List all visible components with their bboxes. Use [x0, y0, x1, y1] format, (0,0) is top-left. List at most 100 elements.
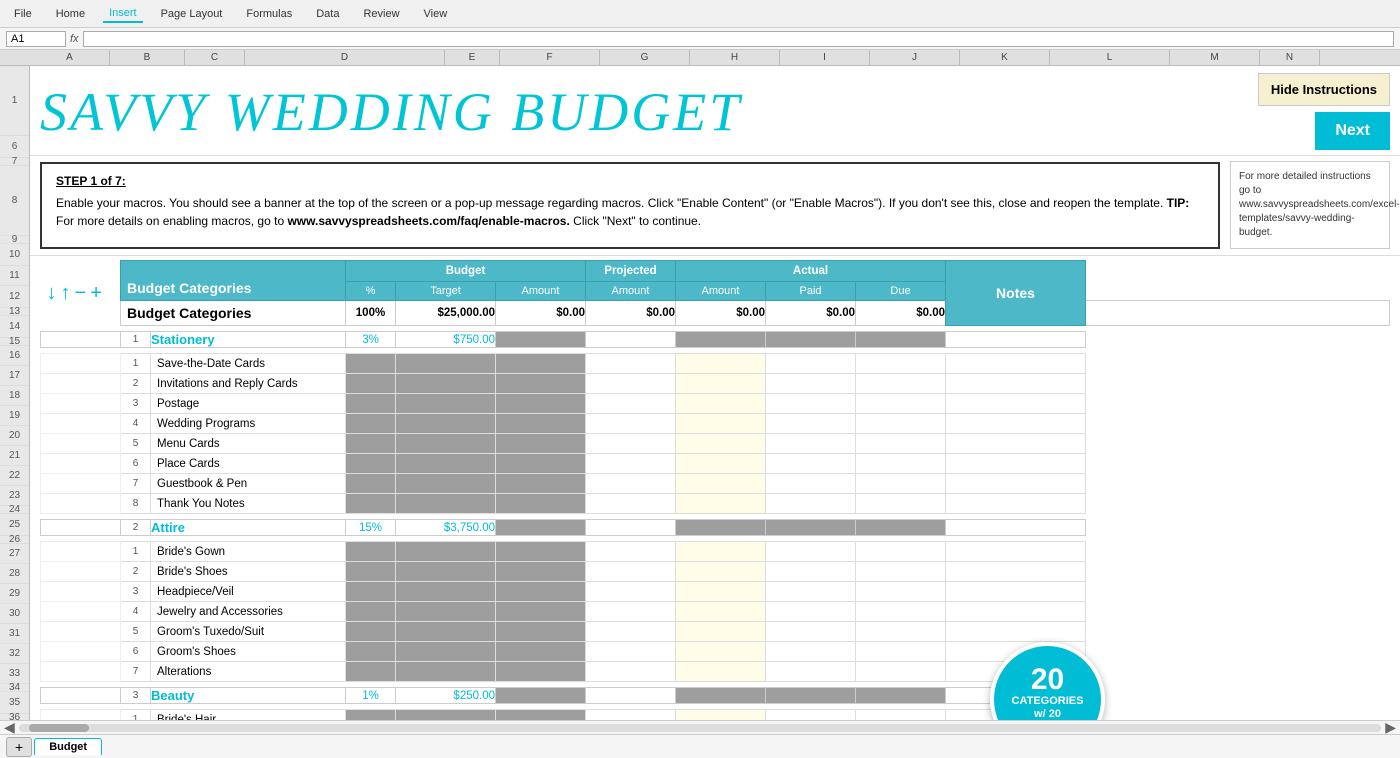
minus-btn[interactable]: −	[75, 282, 87, 305]
cat-3-target: $250.00	[396, 688, 496, 704]
badge-line1: CATEGORIES	[1012, 695, 1084, 708]
list-item: 1 Bride's Hair	[41, 710, 1390, 721]
list-item: 6 Place Cards	[41, 454, 1390, 474]
row-num-27: 27	[0, 544, 29, 564]
cat-1-paid	[766, 332, 856, 348]
fx-label: fx	[70, 33, 79, 45]
nav-arrows: ↓ ↑ − +	[43, 278, 119, 309]
th-actual-amount: Amount	[676, 282, 766, 301]
col-header-C[interactable]: C	[185, 50, 245, 65]
scroll-thumb[interactable]	[29, 724, 89, 732]
formula-input[interactable]	[83, 31, 1394, 47]
col-header-B[interactable]: B	[110, 50, 185, 65]
cat-1-pct: 3%	[346, 332, 396, 348]
list-item: 4 Jewelry and Accessories	[41, 602, 1390, 622]
list-item: 8 Thank You Notes	[41, 494, 1390, 514]
ribbon-tab-data[interactable]: Data	[310, 6, 345, 22]
col-projected-header: Projected	[586, 261, 676, 282]
summary-target: $25,000.00	[396, 301, 496, 326]
row-num-30: 30	[0, 604, 29, 624]
cat-3-budget-amount	[496, 688, 586, 704]
row-num-20: 20	[0, 426, 29, 446]
list-item: 5 Menu Cards	[41, 434, 1390, 454]
col-header-F[interactable]: F	[500, 50, 600, 65]
cat-1-notes	[946, 332, 1086, 348]
ribbon-tab-file[interactable]: File	[8, 6, 38, 22]
row-num-18: 18	[0, 386, 29, 406]
cat-3-num: 3	[121, 688, 151, 704]
row-num-10: 10	[0, 244, 29, 266]
row-num-33: 33	[0, 664, 29, 684]
cat-2-pct: 15%	[346, 520, 396, 536]
list-item: 7 Guestbook & Pen	[41, 474, 1390, 494]
category-row-3: 3 Beauty 1% $250.00	[41, 688, 1390, 704]
row-num-7: 7	[0, 158, 29, 166]
th-paid: Paid	[766, 282, 856, 301]
cell-reference-box[interactable]	[6, 31, 66, 47]
instructions-body: Enable your macros. You should see a ban…	[56, 194, 1204, 230]
ribbon-tab-pagelayout[interactable]: Page Layout	[155, 6, 229, 22]
ribbon-tab-view[interactable]: View	[418, 6, 454, 22]
col-header-L[interactable]: L	[1050, 50, 1170, 65]
cat-3-projected	[586, 688, 676, 704]
col-header-D[interactable]: D	[245, 50, 445, 65]
row-num-24: 24	[0, 506, 29, 514]
list-item: 2 Invitations and Reply Cards	[41, 374, 1390, 394]
row-num-11: 11	[0, 266, 29, 286]
cat-1-num: 1	[121, 332, 151, 348]
ribbon: File Home Insert Page Layout Formulas Da…	[0, 0, 1400, 28]
list-item: 5 Groom's Tuxedo/Suit	[41, 622, 1390, 642]
cat-2-target: $3,750.00	[396, 520, 496, 536]
row-num-35: 35	[0, 692, 29, 714]
list-item: 7 Alterations	[41, 662, 1390, 682]
next-button[interactable]: Next	[1315, 112, 1390, 150]
cat-3-pct: 1%	[346, 688, 396, 704]
budget-table: ↓ ↑ − + Budget Categories Budget Project…	[40, 260, 1390, 720]
plus-btn[interactable]: +	[90, 282, 102, 305]
row-numbers: 1 6 7 8 9 10 11 12 13 14 15 16 17 18 19 …	[0, 66, 30, 720]
col-header-M[interactable]: M	[1170, 50, 1260, 65]
col-notes-header: Notes	[946, 261, 1086, 326]
cat-3-due	[856, 688, 946, 704]
row-num-26: 26	[0, 536, 29, 544]
horizontal-scrollbar[interactable]: ◀ ▶	[0, 720, 1400, 734]
add-sheet-button[interactable]: +	[6, 737, 32, 757]
col-header-H[interactable]: H	[690, 50, 780, 65]
row-num-22: 22	[0, 466, 29, 486]
col-header-E[interactable]: E	[445, 50, 500, 65]
row-num-9: 9	[0, 236, 29, 244]
col-header-A[interactable]: A	[30, 50, 110, 65]
row-num-34: 34	[0, 684, 29, 692]
col-actual-header: Actual	[676, 261, 946, 282]
col-header-N[interactable]: N	[1260, 50, 1320, 65]
arrow-up[interactable]: ↑	[61, 282, 71, 305]
cat-2-notes	[946, 520, 1086, 536]
cat-1-name: Stationery	[151, 332, 346, 348]
hide-instructions-button[interactable]: Hide Instructions	[1258, 73, 1390, 106]
cat-3-name: Beauty	[151, 688, 346, 704]
list-item: 1 Bride's Gown	[41, 542, 1390, 562]
cat-2-projected	[586, 520, 676, 536]
row-num-6: 6	[0, 136, 29, 158]
arrow-down[interactable]: ↓	[47, 282, 57, 305]
col-header-J[interactable]: J	[870, 50, 960, 65]
col-budget-categories: Budget Categories	[121, 261, 346, 301]
ribbon-tab-insert[interactable]: Insert	[103, 5, 143, 23]
row-num-1-5: 1	[0, 66, 29, 136]
row-num-16: 16	[0, 346, 29, 366]
col-header-K[interactable]: K	[960, 50, 1050, 65]
ribbon-tab-formulas[interactable]: Formulas	[240, 6, 298, 22]
app-title: SAVVY WEDDING BUDGET	[40, 81, 742, 143]
col-header-G[interactable]: G	[600, 50, 690, 65]
cat-1-projected	[586, 332, 676, 348]
ribbon-tab-home[interactable]: Home	[50, 6, 91, 22]
th-target: Target	[396, 282, 496, 301]
col-header-I[interactable]: I	[780, 50, 870, 65]
row-num-28: 28	[0, 564, 29, 584]
row-num-12: 12	[0, 286, 29, 308]
ribbon-tab-review[interactable]: Review	[357, 6, 405, 22]
formula-bar: fx	[0, 28, 1400, 50]
budget-tab[interactable]: Budget	[34, 738, 102, 755]
list-item: 1 Save-the-Date Cards	[41, 354, 1390, 374]
cat-2-num: 2	[121, 520, 151, 536]
